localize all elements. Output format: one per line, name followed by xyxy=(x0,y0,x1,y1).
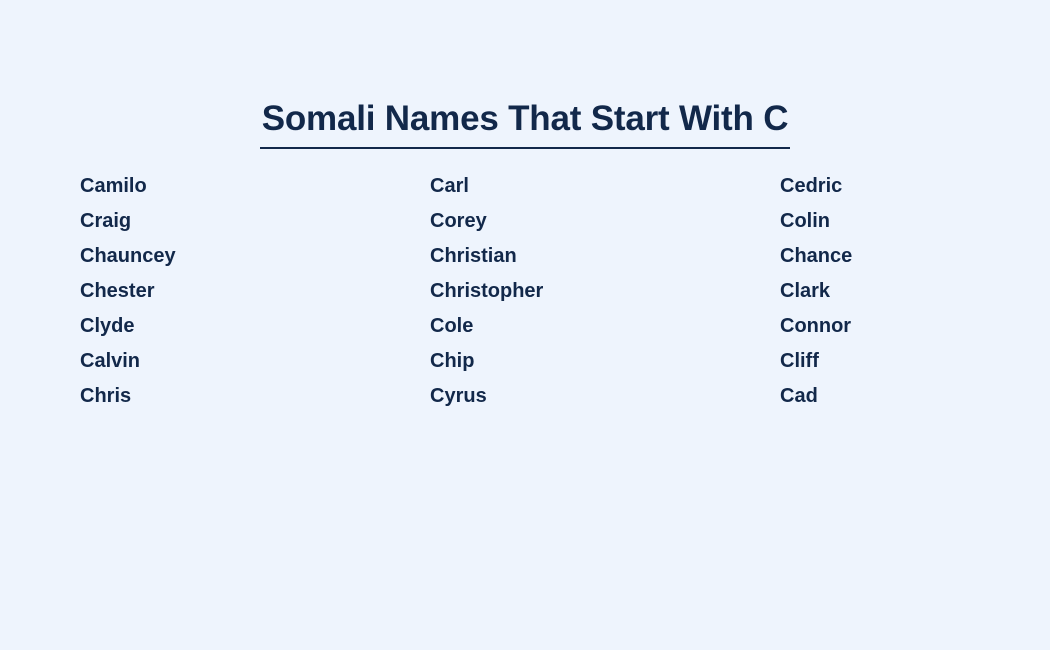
list-item: Cole xyxy=(430,315,474,337)
list-item: Connor xyxy=(780,315,852,337)
list-item: Clark xyxy=(780,280,831,302)
list-item: Cedric xyxy=(780,175,843,197)
list-item: Calvin xyxy=(80,350,141,372)
list-item: Camilo xyxy=(80,175,147,197)
list-item: Clyde xyxy=(80,315,135,337)
page-title: Somali Names That Start With C xyxy=(259,97,791,150)
names-column-2: Carl Corey Christian Christopher Cole Ch… xyxy=(430,174,780,419)
list-item: Carl xyxy=(430,175,469,197)
list-item: Chester xyxy=(80,280,155,302)
page-title-block: Somali Names That Start With C xyxy=(0,74,1050,173)
list-item: Craig xyxy=(80,210,132,232)
list-item: Cyrus xyxy=(430,385,487,407)
list-item: Chauncey xyxy=(80,245,176,267)
page-root: Somali Names That Start With C Camilo Cr… xyxy=(0,0,1050,650)
list-item: Chris xyxy=(80,385,132,407)
names-grid: Camilo Craig Chauncey Chester Clyde Calv… xyxy=(80,174,970,419)
list-item: Corey xyxy=(430,210,487,232)
list-item: Cliff xyxy=(780,350,819,372)
list-item: Chance xyxy=(780,245,853,267)
list-item: Chip xyxy=(430,350,475,372)
names-column-1: Camilo Craig Chauncey Chester Clyde Calv… xyxy=(80,174,430,419)
names-column-3: Cedric Colin Chance Clark Connor Cliff C… xyxy=(780,174,970,419)
list-item: Cad xyxy=(780,385,818,407)
list-item: Christopher xyxy=(430,280,544,302)
list-item: Christian xyxy=(430,245,517,267)
list-item: Colin xyxy=(780,210,830,232)
